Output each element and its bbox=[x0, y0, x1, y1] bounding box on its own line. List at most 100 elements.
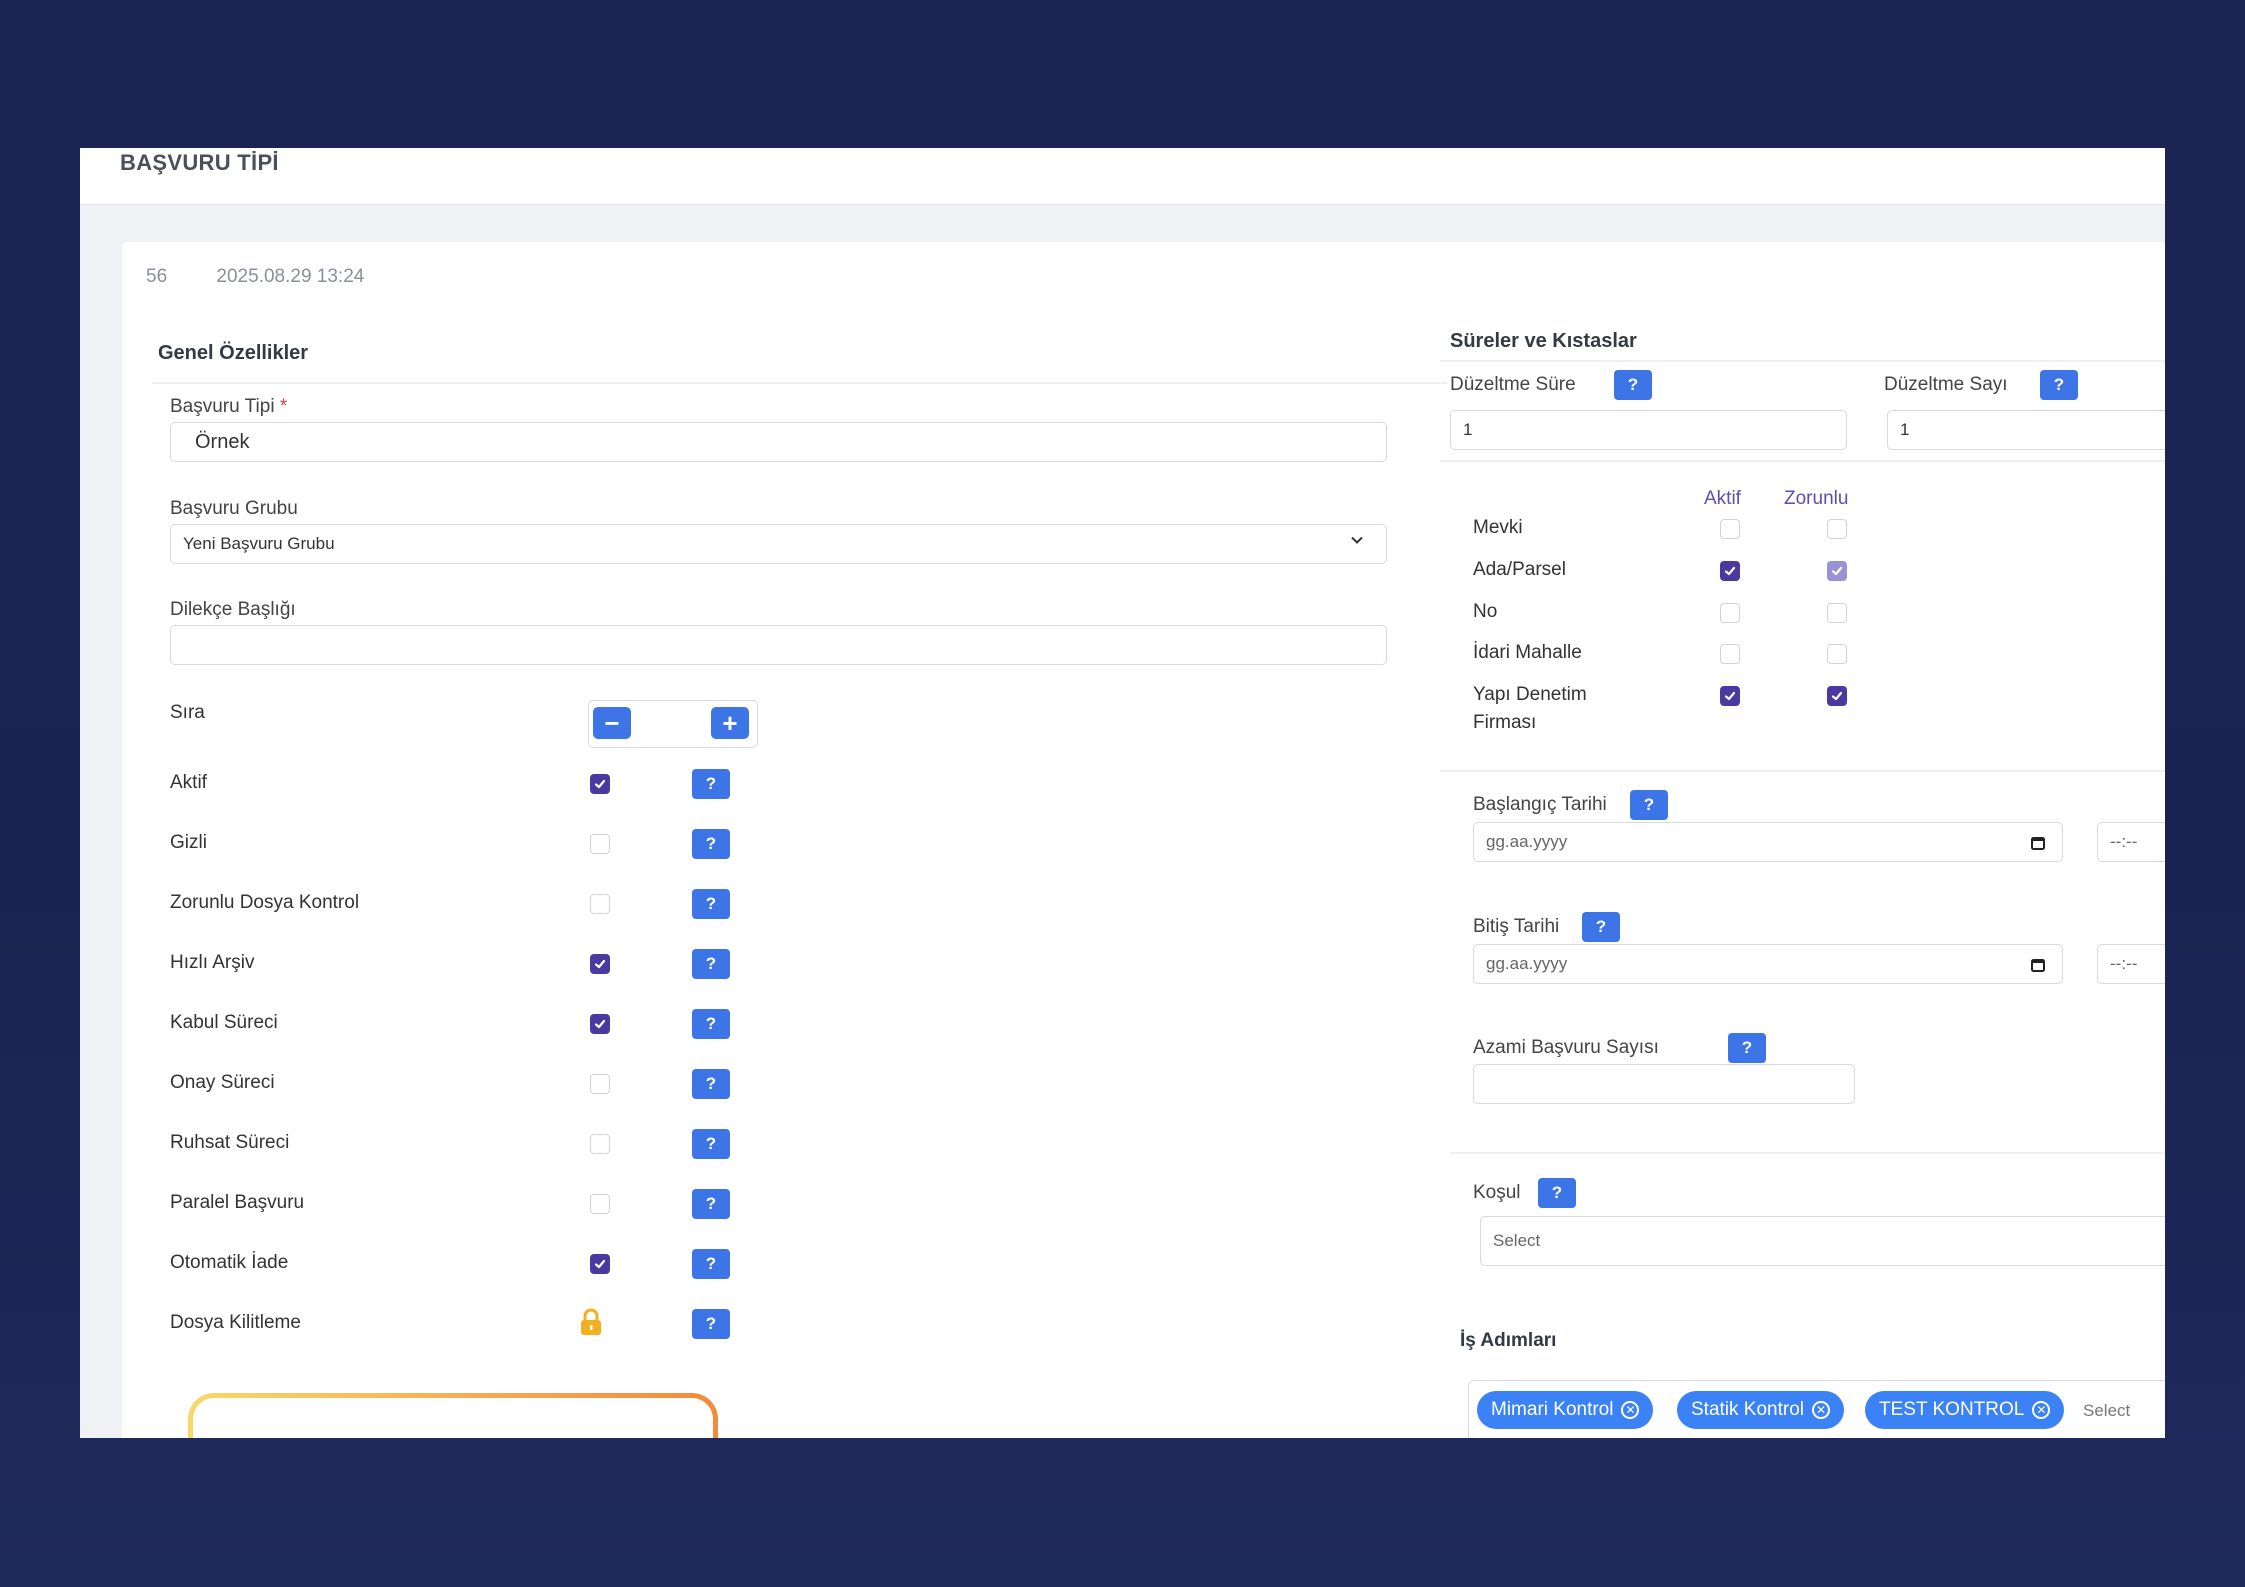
bitis-tarihi-label: Bitiş Tarihi bbox=[1473, 916, 1560, 937]
checkbox-mevki-zorunlu[interactable] bbox=[1827, 519, 1847, 539]
record-meta: 56 2025.08.29 13:24 bbox=[146, 266, 408, 288]
help-button-gizli[interactable]: ? bbox=[692, 829, 730, 859]
date-placeholder: gg.aa.yyyy bbox=[1486, 954, 1568, 973]
checkbox-otomatik-iade[interactable] bbox=[590, 1254, 610, 1274]
location-label-text: Mevki bbox=[1473, 517, 1523, 538]
close-circle-icon[interactable]: ✕ bbox=[2032, 1401, 2051, 1419]
is-adimlari-multiselect[interactable]: Mimari Kontrol ✕ Statik Kontrol ✕ TEST KON… bbox=[1468, 1380, 2165, 1438]
help-button-ruhsat-sureci[interactable]: ? bbox=[692, 1129, 730, 1159]
location-label-text: İdari Mahalle bbox=[1473, 642, 1582, 663]
location-label-ada-parsel: Ada/Parsel bbox=[1473, 556, 1566, 584]
location-label-mevki: Mevki bbox=[1473, 514, 1523, 542]
checkbox-zorunlu-dosya-kontrol[interactable] bbox=[590, 894, 610, 914]
location-label-text: Ada/Parsel bbox=[1473, 559, 1566, 580]
option-label-hizli-arsiv: Hızlı Arşiv bbox=[170, 952, 255, 973]
checkbox-gizli[interactable] bbox=[590, 834, 610, 854]
general-section-title: Genel Özellikler bbox=[158, 342, 309, 364]
checkbox-no-aktif[interactable] bbox=[1720, 603, 1740, 623]
tag-label: Mimari Kontrol bbox=[1491, 1399, 1614, 1420]
duzeltme-sure-input[interactable]: 1 bbox=[1450, 410, 1847, 450]
help-button-dosya-kilitleme[interactable]: ? bbox=[692, 1309, 730, 1339]
date-placeholder: gg.aa.yyyy bbox=[1486, 832, 1568, 851]
location-label-text: Yapı Denetim bbox=[1473, 684, 1587, 705]
location-label-idari-mahalle: İdari Mahalle bbox=[1473, 639, 1582, 667]
azami-basvuru-input[interactable] bbox=[1473, 1064, 1855, 1104]
bitis-saati-input[interactable]: --:-- bbox=[2097, 944, 2165, 984]
checkbox-kabul-sureci[interactable] bbox=[590, 1014, 610, 1034]
baslangic-tarihi-label: Başlangıç Tarihi bbox=[1473, 794, 1607, 815]
dilekce-basligi-label: Dilekçe Başlığı bbox=[170, 599, 296, 620]
help-button-hizli-arsiv[interactable]: ? bbox=[692, 949, 730, 979]
tag-statik-kontrol[interactable]: Statik Kontrol ✕ bbox=[1677, 1391, 1844, 1429]
help-button-otomatik-iade[interactable]: ? bbox=[692, 1249, 730, 1279]
record-id: 56 bbox=[146, 266, 168, 287]
record-date: 2025.08.29 13:24 bbox=[216, 266, 365, 287]
zorunlu-column-header: Zorunlu bbox=[1784, 488, 1849, 509]
help-button-zorunlu-dosya-kontrol[interactable]: ? bbox=[692, 889, 730, 919]
lock-icon bbox=[578, 1308, 604, 1336]
tags-select-placeholder[interactable]: Select bbox=[2083, 1401, 2130, 1421]
basvuru-grubu-value: Yeni Başvuru Grubu bbox=[183, 534, 335, 553]
checkbox-hizli-arsiv[interactable] bbox=[590, 954, 610, 974]
checkbox-ada-parsel-aktif[interactable] bbox=[1720, 561, 1740, 581]
tag-mimari-kontrol[interactable]: Mimari Kontrol ✕ bbox=[1477, 1391, 1654, 1429]
baslangic-saati-input[interactable]: --:-- bbox=[2097, 822, 2165, 862]
decrement-button[interactable]: − bbox=[593, 707, 631, 739]
checkbox-idari-mahalle-zorunlu[interactable] bbox=[1827, 644, 1847, 664]
bitis-tarihi-date-input[interactable]: gg.aa.yyyy bbox=[1473, 944, 2063, 984]
option-label-zorunlu-dosya-kontrol: Zorunlu Dosya Kontrol bbox=[170, 892, 360, 913]
divider bbox=[1440, 360, 2165, 362]
azami-basvuru-help-button[interactable]: ? bbox=[1728, 1033, 1766, 1063]
basvuru-tipi-label: Başvuru Tipi * bbox=[170, 396, 288, 417]
checkbox-no-zorunlu[interactable] bbox=[1827, 603, 1847, 623]
checkbox-ruhsat-sureci[interactable] bbox=[590, 1134, 610, 1154]
aktif-column-header: Aktif bbox=[1704, 488, 1741, 509]
sira-stepper[interactable]: − + bbox=[588, 700, 758, 748]
duzeltme-sayi-help-button[interactable]: ? bbox=[2040, 370, 2078, 400]
checkbox-onay-sureci[interactable] bbox=[590, 1074, 610, 1094]
calendar-icon bbox=[2031, 959, 2045, 972]
help-button-kabul-sureci[interactable]: ? bbox=[692, 1009, 730, 1039]
divider bbox=[152, 382, 1447, 384]
location-label-no: No bbox=[1473, 598, 1497, 626]
basvuru-grubu-label: Başvuru Grubu bbox=[170, 498, 298, 519]
basvuru-grubu-select[interactable]: Yeni Başvuru Grubu bbox=[170, 524, 1387, 564]
increment-button[interactable]: + bbox=[711, 707, 749, 739]
duzeltme-sure-label: Düzeltme Süre bbox=[1450, 374, 1576, 395]
checkbox-ada-parsel-zorunlu[interactable] bbox=[1827, 561, 1847, 581]
close-circle-icon[interactable]: ✕ bbox=[1621, 1401, 1640, 1419]
durations-section-title: Süreler ve Kıstaslar bbox=[1450, 330, 1637, 352]
checkbox-aktif[interactable] bbox=[590, 774, 610, 794]
checkbox-paralel-basvuru[interactable] bbox=[590, 1194, 610, 1214]
option-label-onay-sureci: Onay Süreci bbox=[170, 1072, 275, 1093]
azami-basvuru-label: Azami Başvuru Sayısı bbox=[1473, 1037, 1659, 1058]
kosul-select[interactable]: Select bbox=[1480, 1216, 2165, 1266]
option-label-paralel-basvuru: Paralel Başvuru bbox=[170, 1192, 305, 1213]
tag-label: TEST KONTROL bbox=[1879, 1399, 2025, 1420]
help-button-onay-sureci[interactable]: ? bbox=[692, 1069, 730, 1099]
option-label-otomatik-iade: Otomatik İade bbox=[170, 1252, 289, 1273]
tag-test-kontrol[interactable]: TEST KONTROL ✕ bbox=[1865, 1391, 2065, 1429]
checkbox-idari-mahalle-aktif[interactable] bbox=[1720, 644, 1740, 664]
chevron-down-icon bbox=[1351, 536, 1363, 544]
option-label-dosya-kilitleme: Dosya Kilitleme bbox=[170, 1312, 301, 1333]
help-button-aktif[interactable]: ? bbox=[692, 769, 730, 799]
help-button-paralel-basvuru[interactable]: ? bbox=[692, 1189, 730, 1219]
checkbox-yapi-denetim-zorunlu[interactable] bbox=[1827, 686, 1847, 706]
baslangic-tarihi-help-button[interactable]: ? bbox=[1630, 790, 1668, 820]
checkbox-yapi-denetim-aktif[interactable] bbox=[1720, 686, 1740, 706]
kosul-help-button[interactable]: ? bbox=[1538, 1178, 1576, 1208]
basvuru-tipi-input[interactable]: Örnek bbox=[170, 422, 1387, 462]
page-title: BAŞVURU TİPİ bbox=[120, 150, 279, 175]
close-circle-icon[interactable]: ✕ bbox=[1812, 1401, 1830, 1419]
location-label-yapi-denetim: Yapı Denetim Firması bbox=[1473, 681, 1587, 737]
duzeltme-sure-help-button[interactable]: ? bbox=[1614, 370, 1652, 400]
app-screenshot: BAŞVURU TİPİ 56 2025.08.29 13:24 Genel Ö… bbox=[80, 148, 2165, 1438]
dilekce-basligi-input[interactable] bbox=[170, 625, 1387, 665]
baslangic-tarihi-date-input[interactable]: gg.aa.yyyy bbox=[1473, 822, 2063, 862]
bitis-tarihi-help-button[interactable]: ? bbox=[1582, 912, 1620, 942]
location-label-text-line2: Firması bbox=[1473, 712, 1537, 733]
location-label-text: No bbox=[1473, 601, 1498, 622]
duzeltme-sayi-input[interactable]: 1 bbox=[1887, 410, 2165, 450]
checkbox-mevki-aktif[interactable] bbox=[1720, 519, 1740, 539]
